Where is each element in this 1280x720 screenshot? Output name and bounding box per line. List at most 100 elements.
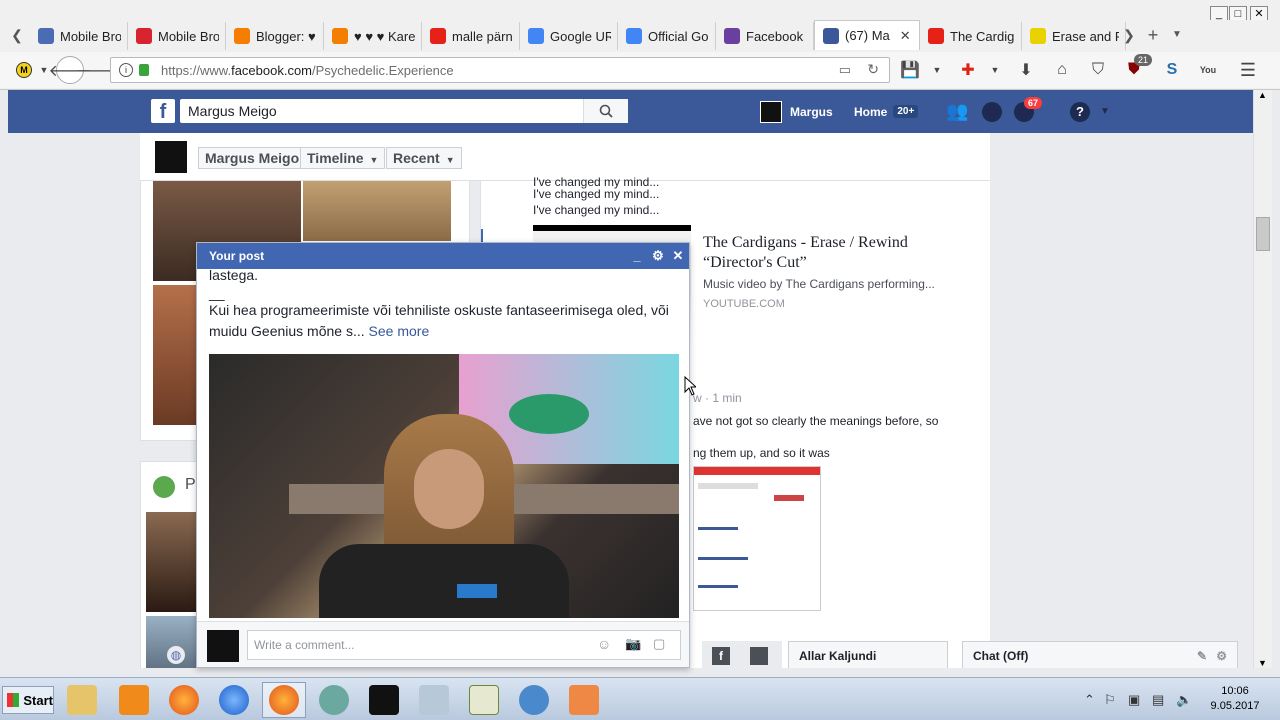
facebook-logo-icon[interactable]: f bbox=[151, 99, 175, 123]
search-button[interactable] bbox=[583, 99, 628, 123]
messenger-icon[interactable] bbox=[982, 90, 1002, 133]
first-aid-icon[interactable]: ✚ bbox=[956, 58, 980, 82]
new-message-icon[interactable]: ✎ bbox=[1197, 649, 1207, 663]
new-tab-button[interactable]: + bbox=[1144, 24, 1162, 46]
tray-device-icon[interactable]: ▣ bbox=[1128, 692, 1140, 708]
url-prefix: https://www. bbox=[161, 62, 232, 78]
help-icon[interactable]: ? bbox=[1070, 90, 1090, 133]
url-bar[interactable]: i https://www. facebook.com/Psychedelic.E… bbox=[110, 57, 890, 83]
network-icon[interactable]: ▤ bbox=[1152, 692, 1164, 708]
menu-icon[interactable]: ☰ bbox=[1236, 58, 1260, 82]
save-dropdown-icon[interactable]: ▼ bbox=[925, 58, 949, 82]
see-more-link[interactable]: See more bbox=[369, 323, 430, 339]
media-player-icon[interactable] bbox=[112, 682, 156, 718]
gear-icon[interactable]: ⚙ bbox=[1216, 649, 1227, 663]
scroll-up-icon[interactable]: ▲ bbox=[1258, 90, 1267, 100]
tab-3[interactable]: Blogger: ♥ bbox=[226, 22, 324, 50]
profile-link[interactable]: Margus bbox=[760, 90, 833, 133]
sticker-icon[interactable]: ▢ bbox=[653, 636, 665, 652]
tab-5[interactable]: malle pärn bbox=[422, 22, 520, 50]
chat-sidebar-toggle[interactable]: Chat (Off) ✎ ⚙ bbox=[962, 641, 1238, 668]
photos-section-heading[interactable]: P bbox=[185, 476, 196, 494]
youtube-extension-icon[interactable]: You bbox=[1196, 58, 1220, 82]
camera-icon[interactable]: 📷 bbox=[625, 636, 641, 652]
account-menu-icon[interactable]: ▼ bbox=[1100, 90, 1110, 133]
tab-8[interactable]: Facebook C bbox=[716, 22, 814, 50]
network-tool-icon[interactable] bbox=[312, 682, 356, 718]
chat-bubbles-icon[interactable] bbox=[750, 647, 768, 665]
timeline-nav-bar: Margus Meigo Timeline ▼ Recent ▼ bbox=[140, 133, 990, 181]
facebook-icon[interactable]: f bbox=[712, 647, 730, 665]
tab-11[interactable]: Erase and R bbox=[1022, 22, 1126, 50]
photo-thumbnail[interactable] bbox=[146, 512, 198, 612]
scrollbar-thumb[interactable] bbox=[1256, 217, 1270, 251]
recent-dropdown[interactable]: Recent ▼ bbox=[386, 147, 462, 169]
tray-expand-icon[interactable]: ⌃ bbox=[1084, 692, 1095, 708]
friend-requests-icon[interactable]: 👥 bbox=[946, 90, 968, 133]
ublock-icon[interactable]: ⛊ 21 bbox=[1122, 54, 1153, 82]
save-icon[interactable]: 💾 bbox=[898, 58, 922, 82]
chat-minimized-icons[interactable]: f bbox=[702, 641, 782, 668]
chart-app-icon[interactable] bbox=[462, 682, 506, 718]
comment-timestamp[interactable]: w · 1 min bbox=[693, 391, 742, 405]
facebook-icon bbox=[823, 27, 839, 44]
s-extension-icon[interactable]: S bbox=[1160, 58, 1184, 82]
avatar bbox=[207, 630, 239, 662]
calendar-app-icon[interactable] bbox=[562, 682, 606, 718]
info-icon[interactable]: i bbox=[119, 63, 133, 77]
download-icon[interactable]: ⬇ bbox=[1014, 58, 1038, 82]
forward-icon[interactable]: 🡒 bbox=[77, 58, 120, 82]
start-button[interactable]: Start bbox=[2, 686, 54, 714]
tab-2[interactable]: Mobile Bro bbox=[128, 22, 226, 50]
thunderbird-icon[interactable] bbox=[212, 682, 256, 718]
windows-taskbar: Start ⌃ ⚐ ▣ ▤ 🔈 10:06 9.05.2017 bbox=[0, 677, 1280, 720]
lyric-line: I've changed my mind... bbox=[533, 187, 660, 201]
tab-scroll-left-icon[interactable]: ❮ bbox=[8, 24, 26, 46]
terminal-icon[interactable] bbox=[362, 682, 406, 718]
firefox-active-icon[interactable] bbox=[262, 682, 306, 718]
post-photo[interactable] bbox=[209, 354, 679, 618]
tab-1[interactable]: Mobile Bro bbox=[30, 22, 128, 50]
comment-image[interactable] bbox=[693, 466, 821, 611]
firefox-icon[interactable] bbox=[162, 682, 206, 718]
chat-tab-friend[interactable]: Allar Kaljundi bbox=[788, 641, 948, 668]
notifications-icon[interactable]: 67 bbox=[1014, 90, 1043, 133]
close-tab-icon[interactable]: ✕ bbox=[900, 28, 911, 44]
first-aid-dropdown-icon[interactable]: ▼ bbox=[983, 58, 1007, 82]
search-input[interactable]: Margus Meigo bbox=[180, 99, 628, 123]
youtube-icon bbox=[430, 28, 446, 44]
timeline-dropdown[interactable]: Timeline ▼ bbox=[300, 147, 386, 169]
pocket-icon[interactable]: ⛉ bbox=[1086, 58, 1110, 82]
tab-list-dropdown-icon[interactable]: ▼ bbox=[1168, 24, 1186, 46]
video-title[interactable]: The Cardigans - Erase / Rewind “Director… bbox=[703, 233, 963, 273]
emoji-icon[interactable]: ☺ bbox=[597, 636, 611, 652]
flag-icon[interactable]: ⚐ bbox=[1104, 692, 1116, 708]
reload-icon[interactable]: ↻ bbox=[867, 61, 879, 78]
home-link[interactable]: Home 20+ bbox=[854, 90, 919, 133]
volume-icon[interactable]: 🔈 bbox=[1176, 692, 1192, 708]
tab-label: Erase and R bbox=[1052, 28, 1119, 44]
post-separator: __ bbox=[209, 285, 225, 301]
globe-icon[interactable]: ◍ bbox=[167, 646, 185, 664]
system-clock[interactable]: 10:06 9.05.2017 bbox=[1200, 684, 1270, 714]
home-icon[interactable]: ⌂ bbox=[1050, 58, 1074, 82]
page-scrollbar[interactable]: ▲ ▼ bbox=[1253, 90, 1272, 668]
comment-input[interactable]: Write a comment... bbox=[247, 630, 681, 660]
tab-label: Facebook C bbox=[746, 28, 807, 44]
tab-strip: ❮ Mobile Bro Mobile Bro Blogger: ♥ ♥ ♥ ♥ Ka… bbox=[0, 20, 1280, 50]
tab-4[interactable]: ♥ ♥ ♥ Kare bbox=[324, 22, 422, 50]
tab-9[interactable]: (67) Ma ✕ bbox=[814, 20, 920, 50]
avatar[interactable] bbox=[155, 141, 187, 173]
qbittorrent-icon[interactable] bbox=[512, 682, 556, 718]
reader-view-icon[interactable]: ▭ bbox=[839, 62, 851, 78]
tab-7[interactable]: Official Go bbox=[618, 22, 716, 50]
url-host: facebook.com bbox=[231, 62, 313, 78]
name-button[interactable]: Margus Meigo bbox=[198, 147, 307, 169]
tab-scroll-right-icon[interactable]: ❯ bbox=[1120, 24, 1138, 46]
photo-thumbnail[interactable] bbox=[303, 181, 451, 241]
file-explorer-icon[interactable] bbox=[60, 682, 104, 718]
tab-10[interactable]: The Cardig bbox=[920, 22, 1022, 50]
calculator-icon[interactable] bbox=[412, 682, 456, 718]
tab-6[interactable]: Google URL bbox=[520, 22, 618, 50]
scroll-down-icon[interactable]: ▼ bbox=[1258, 658, 1267, 668]
